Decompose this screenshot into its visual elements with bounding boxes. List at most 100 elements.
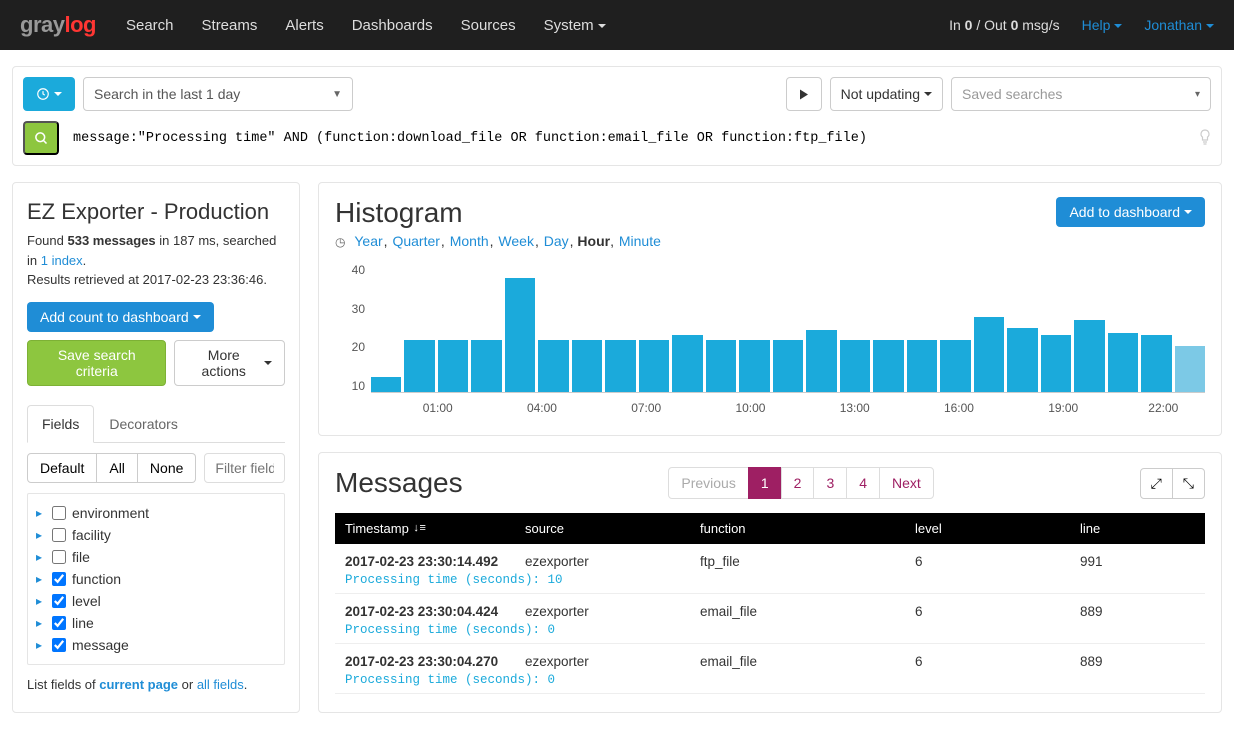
nav-dashboards[interactable]: Dashboards	[352, 17, 433, 34]
refresh-play-button[interactable]	[786, 77, 822, 111]
page-2[interactable]: 2	[781, 467, 815, 499]
bar[interactable]	[706, 340, 736, 392]
current-page-link[interactable]: current page	[99, 677, 178, 692]
saved-searches-select[interactable]: Saved searches▾	[951, 77, 1211, 111]
page-next[interactable]: Next	[879, 467, 934, 499]
col-level[interactable]: level	[905, 513, 1070, 544]
field-checkbox[interactable]	[52, 572, 66, 586]
fields-none-button[interactable]: None	[138, 453, 196, 483]
bar[interactable]	[538, 340, 568, 392]
message-row[interactable]: 2017-02-23 23:30:04.270ezexporteremail_f…	[335, 644, 1205, 694]
nav-alerts[interactable]: Alerts	[285, 17, 323, 34]
bar[interactable]	[505, 278, 535, 392]
filter-fields-input[interactable]	[204, 453, 285, 483]
bar[interactable]	[471, 340, 501, 392]
col-function[interactable]: function	[690, 513, 905, 544]
bar[interactable]	[907, 340, 937, 392]
field-checkbox[interactable]	[52, 638, 66, 652]
cell-timestamp: 2017-02-23 23:30:14.492	[335, 552, 515, 571]
range-year[interactable]: Year	[354, 233, 382, 249]
update-interval-dropdown[interactable]: Not updating	[830, 77, 943, 111]
field-checkbox[interactable]	[52, 528, 66, 542]
bar[interactable]	[404, 340, 434, 392]
bar[interactable]	[940, 340, 970, 392]
bar[interactable]	[1108, 333, 1138, 392]
range-week[interactable]: Week	[498, 233, 534, 249]
range-day[interactable]: Day	[544, 233, 569, 249]
field-item[interactable]: ▸message	[34, 634, 278, 656]
field-checkbox[interactable]	[52, 594, 66, 608]
lightbulb-icon[interactable]	[1199, 129, 1211, 148]
bar[interactable]	[873, 340, 903, 392]
bar[interactable]	[974, 317, 1004, 392]
sidebar: EZ Exporter - Production Found 533 messa…	[12, 182, 300, 713]
bar[interactable]	[840, 340, 870, 392]
chevron-right-icon: ▸	[36, 572, 46, 586]
field-item[interactable]: ▸level	[34, 590, 278, 612]
add-to-dashboard-button[interactable]: Add to dashboard	[1056, 197, 1205, 227]
bar[interactable]	[438, 340, 468, 392]
field-item[interactable]: ▸file	[34, 546, 278, 568]
expand-all-button[interactable]: ⤢	[1140, 468, 1173, 499]
messages-title: Messages	[335, 467, 463, 499]
nav-sources[interactable]: Sources	[461, 17, 516, 34]
chevron-down-icon	[924, 92, 932, 96]
range-selected: Hour	[577, 233, 610, 249]
bar[interactable]	[1007, 328, 1037, 393]
col-source[interactable]: source	[515, 513, 690, 544]
range-quarter[interactable]: Quarter	[392, 233, 439, 249]
pagination: Previous1234Next	[669, 467, 933, 499]
fields-list[interactable]: ▸environment▸facility▸file▸function▸leve…	[27, 493, 285, 665]
all-fields-link[interactable]: all fields	[197, 677, 244, 692]
save-search-button[interactable]: Save search criteria	[27, 340, 166, 386]
field-item[interactable]: ▸function	[34, 568, 278, 590]
bars	[371, 263, 1205, 393]
fields-all-button[interactable]: All	[97, 453, 138, 483]
bar[interactable]	[1141, 335, 1171, 392]
bar[interactable]	[639, 340, 669, 392]
bar[interactable]	[371, 377, 401, 392]
bar[interactable]	[1074, 320, 1104, 392]
field-item[interactable]: ▸line	[34, 612, 278, 634]
col-line[interactable]: line	[1070, 513, 1205, 544]
bar[interactable]	[739, 340, 769, 392]
nav-system[interactable]: System	[544, 17, 606, 34]
collapse-all-button[interactable]: ⤡	[1172, 468, 1205, 499]
timerange-select[interactable]: Search in the last 1 day▼	[83, 77, 353, 111]
tab-decorators[interactable]: Decorators	[94, 405, 192, 443]
bar[interactable]	[672, 335, 702, 392]
bar[interactable]	[806, 330, 836, 392]
cell-source: ezexporter	[515, 602, 690, 621]
nav-user[interactable]: Jonathan	[1144, 17, 1214, 33]
page-prev[interactable]: Previous	[668, 467, 748, 499]
range-month[interactable]: Month	[450, 233, 489, 249]
tab-fields[interactable]: Fields	[27, 405, 94, 443]
field-item[interactable]: ▸facility	[34, 524, 278, 546]
bar[interactable]	[1041, 335, 1071, 392]
fields-default-button[interactable]: Default	[27, 453, 97, 483]
nav-help[interactable]: Help	[1082, 17, 1123, 33]
timerange-type-button[interactable]	[23, 77, 75, 111]
nav-search[interactable]: Search	[126, 17, 174, 34]
bar[interactable]	[572, 340, 602, 392]
page-4[interactable]: 4	[846, 467, 880, 499]
more-actions-button[interactable]: More actions	[174, 340, 285, 386]
field-checkbox[interactable]	[52, 506, 66, 520]
col-timestamp[interactable]: Timestamp ↓≡	[335, 513, 515, 544]
index-link[interactable]: 1 index	[41, 253, 83, 268]
search-button[interactable]	[23, 121, 59, 155]
page-3[interactable]: 3	[813, 467, 847, 499]
field-checkbox[interactable]	[52, 550, 66, 564]
field-item[interactable]: ▸environment	[34, 502, 278, 524]
nav-streams[interactable]: Streams	[202, 17, 258, 34]
bar[interactable]	[605, 340, 635, 392]
field-checkbox[interactable]	[52, 616, 66, 630]
retrieved-at: Results retrieved at 2017-02-23 23:36:46…	[27, 270, 285, 290]
range-minute[interactable]: Minute	[619, 233, 661, 249]
add-count-to-dashboard-button[interactable]: Add count to dashboard	[27, 302, 214, 332]
message-row[interactable]: 2017-02-23 23:30:04.424ezexporteremail_f…	[335, 594, 1205, 644]
query-input[interactable]	[69, 125, 1189, 152]
bar[interactable]	[773, 340, 803, 392]
page-1[interactable]: 1	[748, 467, 782, 499]
message-row[interactable]: 2017-02-23 23:30:14.492ezexporterftp_fil…	[335, 544, 1205, 594]
